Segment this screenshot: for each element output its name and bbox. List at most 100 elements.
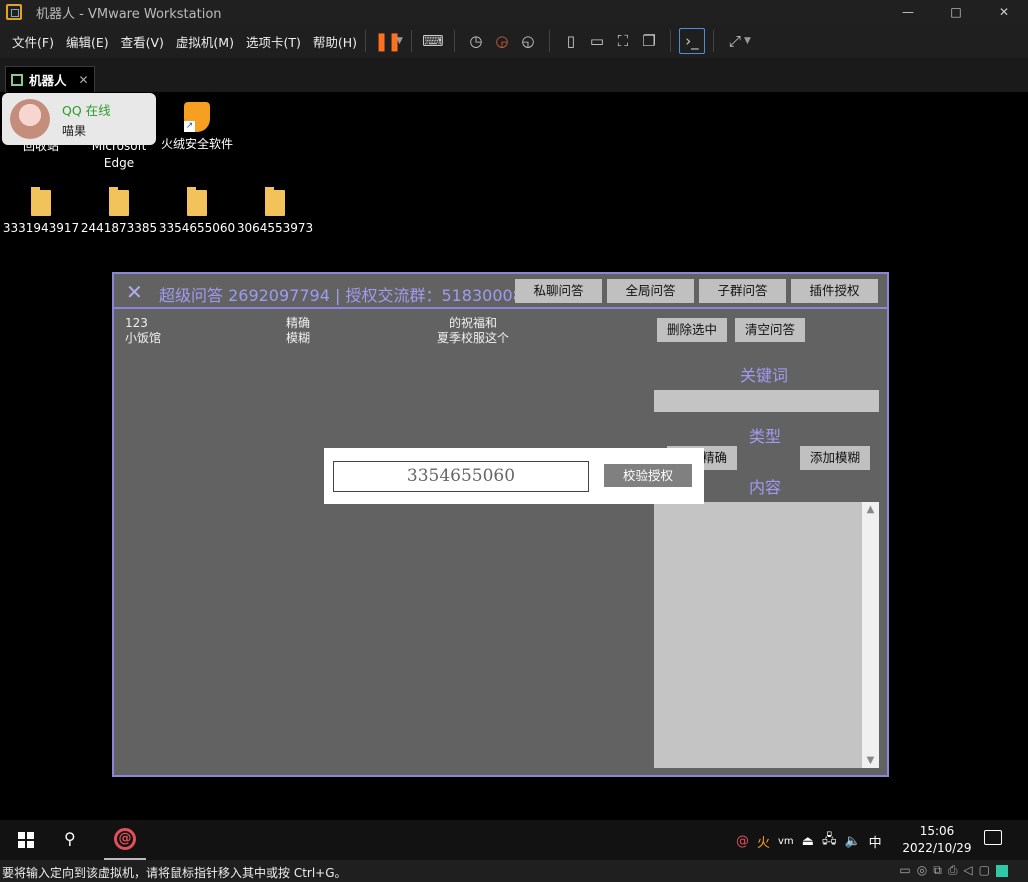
list-item[interactable]: 夏季校服这个 xyxy=(436,331,510,346)
fullscreen-icon[interactable]: ⛶ xyxy=(610,28,636,54)
desktop-folder[interactable]: 2441873385 xyxy=(80,187,158,237)
search-icon[interactable]: ⚲ xyxy=(64,829,76,848)
sound-icon[interactable]: ◁ xyxy=(963,863,972,878)
list-item[interactable]: 小饭馆 xyxy=(125,331,161,346)
desktop-icon-huorong[interactable]: 火绒安全软件 xyxy=(158,102,236,153)
device-icons: ▭ ◎ ⧉ ⎙ ◁ ▢ xyxy=(899,863,1008,878)
guest-desktop[interactable]: 回收站 Microsoft Edge 火绒安全软件 3331943917 244… xyxy=(0,92,1028,820)
list-item[interactable]: 123 xyxy=(125,316,161,331)
folder-label: 3354655060 xyxy=(158,221,236,235)
tab-private-qa[interactable]: 私聊问答 xyxy=(515,279,602,303)
status-message: 要将输入定向到该虚拟机，请将鼠标指针移入其中或按 Ctrl+G。 xyxy=(2,866,347,880)
console-icon[interactable]: ›_ xyxy=(678,28,705,54)
tray-vmware-icon[interactable]: vm xyxy=(778,836,794,847)
printer-icon[interactable]: ⎙ xyxy=(948,863,958,878)
type-label: 类型 xyxy=(749,427,782,446)
plugin-window: ✕ 超级问答 2692097794 | 授权交流群：518300085 私聊问答… xyxy=(112,272,889,777)
list-item[interactable]: 精确 xyxy=(286,316,310,331)
scroll-up-icon[interactable]: ▲ xyxy=(862,504,879,515)
message-log-icon[interactable] xyxy=(996,865,1008,877)
status-bar: 要将输入定向到该虚拟机，请将鼠标指针移入其中或按 Ctrl+G。 ▭ ◎ ⧉ ⎙… xyxy=(0,860,1028,882)
type-column: 精确 模糊 xyxy=(286,316,310,346)
clock-date: 2022/10/29 xyxy=(902,841,972,855)
menu-view[interactable]: 查看(V) xyxy=(121,30,164,53)
tray-volume-icon[interactable]: 🔈 xyxy=(844,834,860,849)
cd-icon[interactable]: ◎ xyxy=(917,863,927,878)
tab-label: 机器人 xyxy=(29,73,67,88)
network-adapter-icon[interactable]: ⧉ xyxy=(933,863,942,878)
title-bar: 机器人 - VMware Workstation — □ ✕ xyxy=(0,0,1028,24)
minimize-button[interactable]: — xyxy=(884,0,932,24)
content-textarea[interactable]: ▲ ▼ xyxy=(654,502,879,768)
scrollbar[interactable]: ▲ ▼ xyxy=(862,502,879,768)
library-icon[interactable]: ▯ xyxy=(558,28,584,54)
folder-label: 3064553973 xyxy=(236,221,314,235)
keyword-input[interactable] xyxy=(654,390,879,412)
chevron-down-icon[interactable]: ▼ xyxy=(744,36,751,46)
tab-vm[interactable]: 机器人 ✕ xyxy=(5,66,95,92)
tray-at-icon[interactable]: @ xyxy=(736,834,749,849)
hdd-icon[interactable]: ▭ xyxy=(899,863,910,878)
desktop-folder[interactable]: 3354655060 xyxy=(158,187,236,237)
desktop-folder[interactable]: 3331943917 xyxy=(2,187,80,237)
tray-ime-icon[interactable]: 中 xyxy=(869,832,882,851)
chevron-down-icon[interactable]: ▼ xyxy=(396,36,403,46)
windows-start-icon[interactable] xyxy=(18,832,34,848)
guest-taskbar: ⚲ @ @ 火 vm ⏏ 🖧 🔈 中 15:06 2022/10/29 xyxy=(0,820,1028,860)
tab-bar: 机器人 ✕ xyxy=(0,58,1028,92)
tab-subgroup-qa[interactable]: 子群问答 xyxy=(699,279,786,303)
maximize-button[interactable]: □ xyxy=(932,0,980,24)
list-item[interactable]: 的祝福和 xyxy=(436,316,510,331)
tray-huorong-icon[interactable]: 火 xyxy=(757,832,770,851)
snapshot-manager-icon[interactable]: ◵ xyxy=(515,28,541,54)
display-icon[interactable]: ▢ xyxy=(979,863,990,878)
menu-vm[interactable]: 虚拟机(M) xyxy=(176,30,234,53)
keyword-label: 关键词 xyxy=(740,366,789,385)
menu-tabs[interactable]: 选项卡(T) xyxy=(246,30,301,53)
toolbar-separator xyxy=(453,30,455,52)
send-keys-icon[interactable]: ⌨ xyxy=(420,28,446,54)
desktop-icon-label: 火绒安全软件 xyxy=(160,137,233,151)
clear-qa-button[interactable]: 清空问答 xyxy=(735,318,805,342)
notification-icon[interactable] xyxy=(984,830,1002,845)
unity-icon[interactable]: ❐ xyxy=(636,28,662,54)
menu-edit[interactable]: 编辑(E) xyxy=(66,30,109,53)
folder-label: 2441873385 xyxy=(80,221,158,235)
folder-icon xyxy=(31,187,51,216)
verify-auth-button[interactable]: 校验授权 xyxy=(604,464,692,487)
at-sign-icon: @ xyxy=(114,828,136,850)
tray-usb-icon[interactable]: ⏏ xyxy=(802,834,814,849)
plugin-header: ✕ 超级问答 2692097794 | 授权交流群：518300085 私聊问答… xyxy=(114,274,887,309)
toolbar-separator xyxy=(548,30,550,52)
clock[interactable]: 15:06 2022/10/29 xyxy=(898,823,976,857)
clock-time: 15:06 xyxy=(919,824,955,838)
plugin-title: 超级问答 2692097794 | 授权交流群：518300085 xyxy=(159,286,534,305)
add-fuzzy-button[interactable]: 添加模糊 xyxy=(800,446,870,470)
folder-icon xyxy=(109,187,129,216)
desktop-folder[interactable]: 3064553973 xyxy=(236,187,314,237)
toolbar-separator xyxy=(365,30,367,52)
toolbar-separator xyxy=(712,30,714,52)
folder-icon xyxy=(265,187,285,216)
tray-network-icon[interactable]: 🖧 xyxy=(822,830,837,852)
scroll-down-icon[interactable]: ▼ xyxy=(862,755,879,766)
close-tab-icon[interactable]: ✕ xyxy=(79,73,89,87)
menu-file[interactable]: 文件(F) xyxy=(12,30,54,53)
tab-global-qa[interactable]: 全局问答 xyxy=(607,279,694,303)
taskbar-app-qq-robot[interactable]: @ xyxy=(104,820,146,860)
close-window-button[interactable]: ✕ xyxy=(980,0,1028,24)
qq-status-popup[interactable]: QQ 在线 喵果 xyxy=(2,93,156,145)
revert-snapshot-icon[interactable]: ◶ xyxy=(489,28,515,54)
menu-toolbar: 文件(F) 编辑(E) 查看(V) 虚拟机(M) 选项卡(T) 帮助(H) ❚❚… xyxy=(0,24,1028,58)
tab-plugin-auth[interactable]: 插件授权 xyxy=(791,279,878,303)
vm-icon xyxy=(11,73,23,86)
delete-selected-button[interactable]: 删除选中 xyxy=(657,318,727,342)
close-icon[interactable]: ✕ xyxy=(126,280,143,304)
list-item[interactable]: 模糊 xyxy=(286,331,310,346)
snapshot-icon[interactable]: ◷ xyxy=(463,28,489,54)
menu-help[interactable]: 帮助(H) xyxy=(313,30,357,53)
toolbar-separator xyxy=(669,30,671,52)
thumbnail-icon[interactable]: ▭ xyxy=(584,28,610,54)
content-label: 内容 xyxy=(749,478,782,497)
auth-qq-input[interactable]: 3354655060 xyxy=(333,461,589,492)
